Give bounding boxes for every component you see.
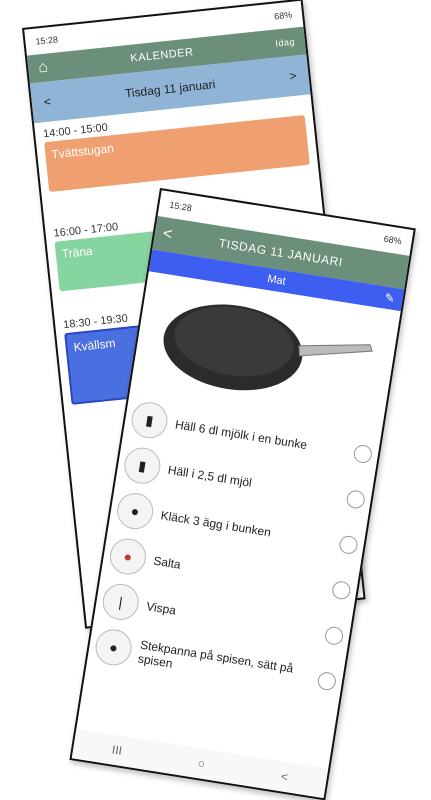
step-list: ▮ Häll 6 dl mjölk i en bunke ▮ Häll i 2,… — [86, 390, 382, 710]
category-title: Mat — [266, 272, 287, 288]
system-nav-bar: III ○ < — [71, 728, 329, 799]
step-checkbox[interactable] — [338, 534, 359, 556]
milk-icon: ▮ — [128, 399, 171, 441]
today-button[interactable]: Idag — [275, 37, 295, 49]
step-checkbox[interactable] — [345, 489, 366, 510]
status-time: 15:28 — [34, 34, 59, 47]
home-icon[interactable]: ⌂ — [37, 59, 49, 78]
date-label: Tisdag 11 januari — [124, 77, 217, 101]
step-checkbox[interactable] — [316, 670, 338, 692]
page-title: KALENDER — [129, 46, 195, 65]
step-checkbox[interactable] — [352, 443, 374, 465]
flour-icon: ▮ — [121, 445, 163, 487]
whisk-icon: | — [100, 581, 142, 623]
home-button[interactable]: ○ — [197, 756, 206, 771]
prev-day-button[interactable]: < — [43, 94, 51, 109]
status-battery: 68% — [383, 233, 403, 247]
pan-icon: ● — [92, 626, 135, 668]
step-checkbox[interactable] — [323, 625, 345, 647]
salt-icon: ● — [107, 535, 149, 578]
status-time: 15:28 — [168, 199, 193, 214]
back-button[interactable]: < — [161, 225, 174, 244]
recent-apps-button[interactable]: III — [111, 742, 123, 757]
egg-icon: ● — [114, 490, 156, 532]
status-battery: 68% — [273, 9, 293, 22]
next-day-button[interactable]: > — [289, 69, 297, 84]
nav-back-button[interactable]: < — [280, 769, 289, 784]
edit-icon[interactable]: ✎ — [383, 291, 395, 306]
event-title: Kvällsm — [72, 335, 117, 355]
step-checkbox[interactable] — [330, 580, 352, 601]
